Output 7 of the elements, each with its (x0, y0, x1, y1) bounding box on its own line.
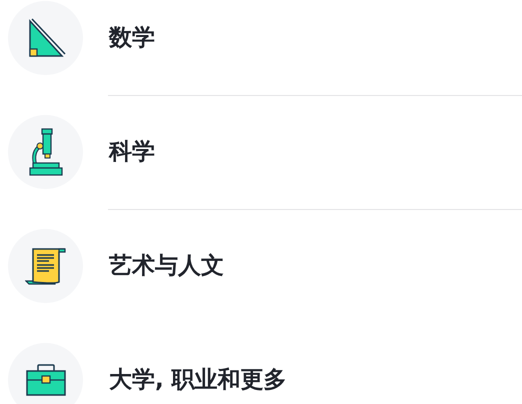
subject-label[interactable]: 艺术与人文 (109, 248, 224, 284)
scroll-icon (24, 247, 66, 285)
microscope-icon (28, 128, 62, 176)
subject-label[interactable]: 科学 (109, 134, 155, 170)
subject-label[interactable]: 大学, 职业和更多 (109, 362, 287, 398)
subject-label[interactable]: 数学 (109, 20, 155, 56)
briefcase-icon (26, 364, 66, 396)
